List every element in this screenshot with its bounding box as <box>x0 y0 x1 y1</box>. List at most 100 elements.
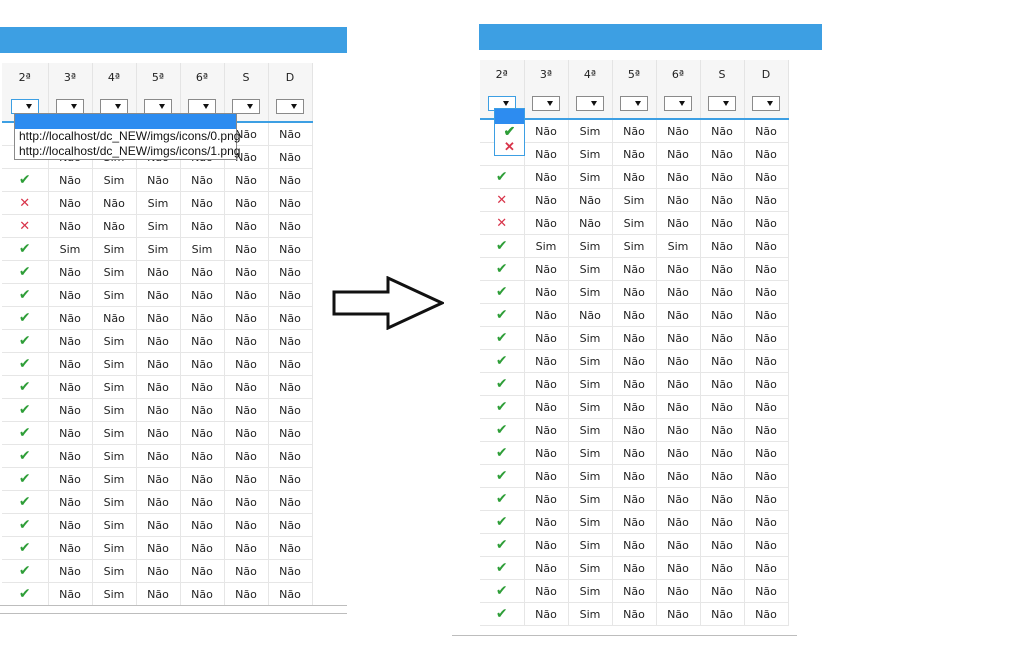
day-cell: Não <box>268 398 313 422</box>
table-row: ✕ Não Não Sim Não Não Não <box>480 211 789 235</box>
filter-select[interactable] <box>276 98 304 114</box>
day-cell: Não <box>268 467 313 491</box>
day-cell: Não <box>744 418 789 442</box>
column-header[interactable]: 5ª <box>136 63 181 91</box>
day-cell: Não <box>524 579 569 603</box>
column-header-row: 2ª 3ª 4ª 5ª 6ª S D <box>480 60 789 88</box>
dropdown-option-check[interactable]: ✔ <box>495 124 524 139</box>
day-cell: Não <box>224 490 269 514</box>
table-row: ✔ Não Sim Não Não Não Não <box>480 602 789 626</box>
day-cell: Não <box>224 559 269 583</box>
check-icon: ✔ <box>503 123 516 139</box>
status-cell: ✔ <box>2 260 49 284</box>
day-cell: Sim <box>136 191 181 215</box>
dropdown-highlighted-option[interactable] <box>495 109 524 124</box>
day-cell: Sim <box>92 444 137 468</box>
table-row: ✔ Não Sim Não Não Não Não <box>2 283 313 307</box>
column-header[interactable]: 2ª <box>2 63 49 91</box>
day-cell: Não <box>700 188 745 212</box>
day-cell: Não <box>136 536 181 560</box>
day-cell: Não <box>48 559 93 583</box>
day-cell: Não <box>524 326 569 350</box>
column-header[interactable]: S <box>224 63 269 91</box>
horizontal-scrollbar-top <box>0 605 347 606</box>
filter-select[interactable] <box>620 95 648 111</box>
day-cell: Não <box>180 191 225 215</box>
day-cell: Não <box>268 306 313 330</box>
image-select-dropdown[interactable]: http://localhost/dc_NEW/imgs/icons/0.png… <box>14 113 240 160</box>
day-cell: Não <box>136 398 181 422</box>
table-row: ✔ Não Sim Não Não Não Não <box>2 490 313 514</box>
day-cell: Não <box>224 260 269 284</box>
column-header[interactable]: D <box>268 63 313 91</box>
filter-select[interactable] <box>708 95 736 111</box>
filter-select[interactable] <box>752 95 780 111</box>
dropdown-highlighted-option[interactable] <box>15 114 236 129</box>
table-row: ✔ Não Sim Não Não Não Não <box>2 559 313 583</box>
filter-select[interactable] <box>232 98 260 114</box>
filter-select[interactable] <box>532 95 560 111</box>
day-cell: Sim <box>568 418 613 442</box>
table-row: ✔ Não Sim Não Não Não Não <box>480 556 789 580</box>
day-cell: Não <box>744 303 789 327</box>
day-cell: Não <box>656 602 701 626</box>
day-cell: Não <box>136 444 181 468</box>
dropdown-option-cross[interactable]: ✕ <box>495 139 524 154</box>
check-icon: ✔ <box>18 517 31 533</box>
filter-cell <box>612 88 657 120</box>
filter-select[interactable] <box>10 98 39 114</box>
column-header[interactable]: 4ª <box>568 60 613 88</box>
status-cell: ✔ <box>2 398 49 422</box>
day-cell: Não <box>700 326 745 350</box>
filter-select[interactable] <box>576 95 604 111</box>
day-cell: Sim <box>92 513 137 537</box>
day-cell: Não <box>268 237 313 261</box>
day-cell: Sim <box>92 467 137 491</box>
day-cell: Sim <box>568 165 613 189</box>
column-header[interactable]: D <box>744 60 789 88</box>
dropdown-option[interactable]: http://localhost/dc_NEW/imgs/icons/0.png <box>15 129 240 144</box>
horizontal-scrollbar-bottom[interactable] <box>0 613 347 614</box>
day-cell: Sim <box>568 510 613 534</box>
status-cell: ✔ <box>2 168 49 192</box>
status-cell: ✔ <box>2 559 49 583</box>
day-cell: Não <box>524 441 569 465</box>
day-cell: Não <box>524 349 569 373</box>
day-cell: Não <box>656 418 701 442</box>
column-header[interactable]: 2ª <box>480 60 525 88</box>
column-header[interactable]: 6ª <box>656 60 701 88</box>
table-row: ✔ Não Sim Não Não Não Não <box>2 398 313 422</box>
day-cell: Não <box>268 145 313 169</box>
day-cell: Não <box>136 168 181 192</box>
day-cell: Não <box>524 303 569 327</box>
column-header[interactable]: 6ª <box>180 63 225 91</box>
table-row: ✔ Não Sim Não Não Não Não <box>2 168 313 192</box>
dropdown-option[interactable]: http://localhost/dc_NEW/imgs/icons/1.png <box>15 144 240 159</box>
icon-select-dropdown[interactable]: ✔ ✕ <box>494 108 525 156</box>
status-cell: ✔ <box>2 490 49 514</box>
filter-select[interactable] <box>188 98 216 114</box>
filter-select[interactable] <box>100 98 128 114</box>
table-row: NãoSimNãoNãoNãoNão <box>480 142 789 166</box>
day-cell: Não <box>224 329 269 353</box>
column-header[interactable]: 3ª <box>524 60 569 88</box>
filter-select[interactable] <box>664 95 692 111</box>
table-row: ✔ Não Sim Não Não Não Não <box>2 444 313 468</box>
filter-select[interactable] <box>56 98 84 114</box>
status-cell: ✔ <box>2 536 49 560</box>
check-icon: ✔ <box>18 540 31 556</box>
status-cell: ✔ <box>2 283 49 307</box>
horizontal-scrollbar[interactable] <box>452 635 797 636</box>
check-icon: ✔ <box>495 399 508 415</box>
column-header[interactable]: 4ª <box>92 63 137 91</box>
day-cell: Sim <box>568 441 613 465</box>
day-cell: Sim <box>92 490 137 514</box>
column-header[interactable]: 3ª <box>48 63 93 91</box>
table-row: ✔ Não Sim Não Não Não Não <box>480 372 789 396</box>
column-header[interactable]: S <box>700 60 745 88</box>
column-header[interactable]: 5ª <box>612 60 657 88</box>
table-row: ✔ Sim Sim Sim Sim Não Não <box>2 237 313 261</box>
filter-select[interactable] <box>144 98 172 114</box>
status-cell: ✔ <box>480 441 525 465</box>
day-cell: Não <box>612 257 657 281</box>
